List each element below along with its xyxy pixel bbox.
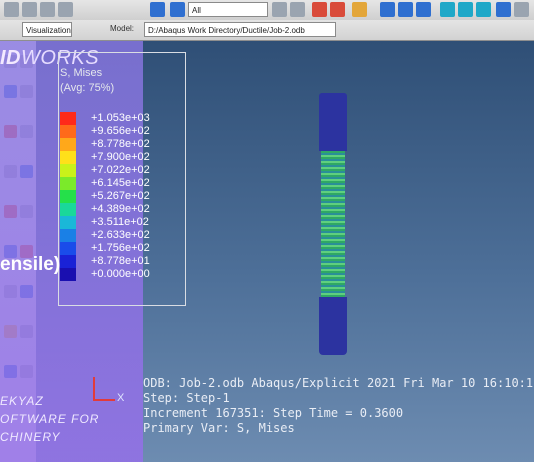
view-iso-icon[interactable] — [496, 2, 511, 17]
model-label: Model: — [110, 24, 135, 33]
select-icon[interactable] — [58, 2, 73, 17]
legend-value: +6.145e+02 — [91, 177, 150, 189]
legend-value: +3.511e+02 — [91, 216, 149, 228]
legend-value: +1.756e+02 — [91, 242, 150, 254]
viewport-icon[interactable] — [150, 2, 165, 17]
specimen-top-grip — [319, 93, 347, 151]
overlay-title-fragment: ensile) — [0, 254, 61, 275]
legend-swatch — [60, 242, 76, 255]
render-wireframe-icon[interactable] — [380, 2, 395, 17]
legend-swatch — [60, 229, 76, 242]
legend-swatch — [60, 138, 76, 151]
triad-y-axis — [93, 377, 95, 401]
overlay-footer-line-3: CHINERY — [0, 430, 61, 444]
legend-swatch — [60, 203, 76, 216]
info-increment: Increment 167351: Step Time = 0.3600 — [143, 406, 404, 420]
legend-swatch — [60, 151, 76, 164]
render-shaded-icon[interactable] — [416, 2, 431, 17]
info-step: Step: Step-1 — [143, 391, 230, 405]
legend-value: +0.000e+00 — [91, 268, 150, 280]
legend-swatch — [60, 255, 76, 268]
toolbar-row-1: All — [0, 0, 534, 21]
query-icon[interactable] — [514, 2, 529, 17]
specimen-gauge-section — [321, 151, 345, 297]
save-icon[interactable] — [22, 2, 37, 17]
selection-filter-select[interactable]: All — [188, 2, 268, 17]
overlay-footer-line-1: EKYAZ — [0, 394, 44, 408]
legend-swatch — [60, 190, 76, 203]
legend-value: +7.022e+02 — [91, 164, 150, 176]
info-odb: ODB: Job-2.odb Abaqus/Explicit 2021 Fri … — [143, 376, 534, 390]
render-hidden-icon[interactable] — [398, 2, 413, 17]
legend-title: S, Mises — [60, 67, 103, 79]
legend-value: +1.053e+03 — [91, 112, 150, 124]
legend-values: +1.053e+03 +9.656e+02 +8.778e+02 +7.900e+02… — [91, 112, 150, 281]
box-select-icon[interactable] — [312, 2, 327, 17]
legend-swatch — [60, 112, 76, 125]
pan-icon[interactable] — [290, 2, 305, 17]
legend-swatch — [60, 216, 76, 229]
specimen-bottom-grip — [319, 297, 347, 355]
legend-value: +7.900e+02 — [91, 151, 150, 163]
print-icon[interactable] — [40, 2, 55, 17]
toolbar-row-2: Visualization Model: D:/Abaqus Work Dire… — [0, 20, 534, 41]
triad-x-axis — [95, 399, 115, 401]
legend-value: +5.267e+02 — [91, 190, 150, 202]
legend-color-bar — [60, 112, 76, 281]
legend-value: +8.778e+01 — [91, 255, 150, 267]
fit-view-icon[interactable] — [352, 2, 367, 17]
abaqus-window: All Visualization Model: D:/Abaqus Work … — [0, 0, 534, 462]
legend-swatch — [60, 164, 76, 177]
legend-swatch — [60, 125, 76, 138]
legend-value: +8.778e+02 — [91, 138, 150, 150]
view-front-icon[interactable] — [440, 2, 455, 17]
overlay-footer-line-2: OFTWARE FOR — [0, 412, 100, 426]
legend-average: (Avg: 75%) — [60, 82, 115, 94]
legend-value: +2.633e+02 — [91, 229, 150, 241]
legend-swatch — [60, 268, 76, 281]
odb-path-select[interactable]: D:/Abaqus Work Directory/Ductile/Job-2.o… — [144, 22, 336, 37]
triad-x-label: X — [117, 392, 125, 404]
view-back-icon[interactable] — [458, 2, 473, 17]
legend-swatch — [60, 177, 76, 190]
legend-value: +4.389e+02 — [91, 203, 150, 215]
brand-logo-bold: ID — [0, 47, 21, 69]
view-top-icon[interactable] — [476, 2, 491, 17]
open-icon[interactable] — [4, 2, 19, 17]
legend-value: +9.656e+02 — [91, 125, 150, 137]
zoom-box-icon[interactable] — [330, 2, 345, 17]
cursor-icon[interactable] — [170, 2, 185, 17]
filter-icon[interactable] — [272, 2, 287, 17]
module-select[interactable]: Visualization — [22, 22, 72, 37]
info-primary-var: Primary Var: S, Mises — [143, 421, 295, 435]
